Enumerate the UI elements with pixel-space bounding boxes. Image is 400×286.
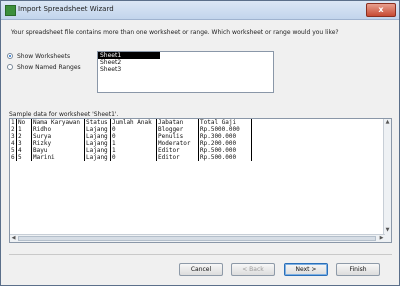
sheet-item[interactable]: Sheet3 (98, 66, 273, 73)
show-worksheets-option[interactable]: Show Worksheets (7, 51, 70, 61)
table-row: 4 3 Rizky Lajang 1 Moderator Rp.200.000 (10, 140, 252, 147)
table-cell: Rp.500.000 (198, 154, 252, 161)
table-header-row: 1 No Nama Karyawan Status Jumlah Anak Ja… (10, 119, 252, 126)
finish-button[interactable]: Finish (336, 263, 380, 276)
scroll-left-icon[interactable]: ◀ (10, 235, 17, 242)
table-cell: Blogger (156, 126, 199, 133)
table-cell: Editor (156, 154, 199, 161)
show-worksheets-radio[interactable] (7, 53, 13, 59)
table-cell: Rp.200.000 (198, 140, 252, 147)
table-cell: 1 (110, 140, 157, 147)
table-cell: 5 (16, 154, 32, 161)
table-cell: 1 (16, 126, 32, 133)
table-cell: 0 (110, 133, 157, 140)
table-cell: Lajang (84, 133, 111, 140)
title-bar[interactable]: Import Spreadsheet Wizard x (1, 1, 399, 20)
table-cell: 1 (110, 147, 157, 154)
table-row: 6 5 Marini Lajang 0 Editor Rp.500.000 (10, 154, 252, 161)
show-named-ranges-label: Show Named Ranges (17, 63, 81, 71)
table-cell: Ridho (31, 126, 85, 133)
table-cell: Penulis (156, 133, 199, 140)
show-named-ranges-radio[interactable] (7, 64, 13, 70)
table-cell: Rp.300.000 (198, 133, 252, 140)
sheet-listbox[interactable]: Sheet1 Sheet2 Sheet3 (97, 51, 274, 93)
table-cell: Lajang (84, 147, 111, 154)
scroll-up-icon[interactable]: ▲ (384, 119, 391, 126)
column-header: No (16, 119, 32, 126)
table-row: 3 2 Surya Lajang 0 Penulis Rp.300.000 (10, 133, 252, 140)
wizard-window: Import Spreadsheet Wizard x Your spreads… (0, 0, 400, 286)
table-cell: Bayu (31, 147, 85, 154)
table-cell: Lajang (84, 154, 111, 161)
column-header: Jabatan (156, 119, 199, 126)
show-worksheets-label: Show Worksheets (17, 52, 71, 60)
window-title: Import Spreadsheet Wizard (18, 5, 114, 13)
table-cell: Rp.5000.000 (198, 126, 252, 133)
sample-data-grid[interactable]: 1 No Nama Karyawan Status Jumlah Anak Ja… (9, 118, 392, 243)
table-cell: 3 (16, 140, 32, 147)
column-header: Status (84, 119, 111, 126)
back-button[interactable]: < Back (231, 263, 275, 276)
column-header: Total Gaji (198, 119, 252, 126)
horizontal-scroll-thumb[interactable] (18, 236, 376, 241)
scroll-down-icon[interactable]: ▼ (384, 227, 391, 234)
horizontal-scrollbar[interactable]: ◀ ▶ (10, 234, 385, 242)
table-cell: 4 (16, 147, 32, 154)
table-row: 2 1 Ridho Lajang 0 Blogger Rp.5000.000 (10, 126, 252, 133)
divider (9, 254, 392, 255)
table-row: 5 4 Bayu Lajang 1 Editor Rp.500.000 (10, 147, 252, 154)
table-cell: 2 (16, 133, 32, 140)
table-cell: Lajang (84, 126, 111, 133)
sheet-item[interactable]: Sheet1 (98, 52, 160, 59)
show-named-ranges-option[interactable]: Show Named Ranges (7, 62, 81, 72)
sample-data-label: Sample data for worksheet 'Sheet1'. (9, 111, 119, 118)
table-cell: 0 (110, 154, 157, 161)
table-cell: Surya (31, 133, 85, 140)
vertical-scrollbar[interactable]: ▲ ▼ (383, 119, 391, 242)
prompt-text: Your spreadsheet file contains more than… (11, 29, 339, 36)
scroll-right-icon[interactable]: ▶ (378, 235, 385, 242)
column-header: Nama Karyawan (31, 119, 85, 126)
cancel-button[interactable]: Cancel (179, 263, 223, 276)
table-cell: Lajang (84, 140, 111, 147)
column-header: Jumlah Anak (110, 119, 157, 126)
sample-data-table: 1 No Nama Karyawan Status Jumlah Anak Ja… (10, 119, 252, 161)
table-cell: Marini (31, 154, 85, 161)
access-icon (5, 5, 16, 16)
table-cell: 0 (110, 126, 157, 133)
table-cell: Moderator (156, 140, 199, 147)
close-button[interactable]: x (366, 3, 396, 17)
sheet-item[interactable]: Sheet2 (98, 59, 273, 66)
table-cell: Rizky (31, 140, 85, 147)
next-button[interactable]: Next > (284, 263, 328, 276)
table-cell: Editor (156, 147, 199, 154)
table-cell: Rp.500.000 (198, 147, 252, 154)
